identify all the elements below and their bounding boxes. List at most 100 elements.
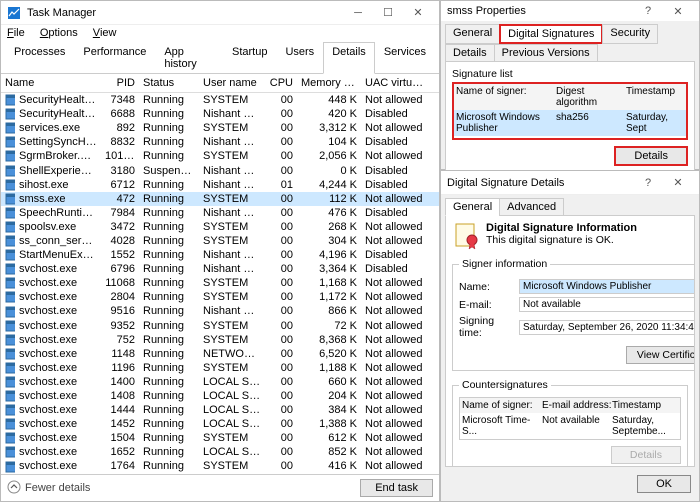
process-row[interactable]: svchost.exe9516RunningNishant G...00866 …: [1, 304, 439, 318]
tab-services[interactable]: Services: [375, 42, 435, 74]
process-row[interactable]: svchost.exe2804RunningSYSTEM001,172 KNot…: [1, 290, 439, 304]
process-row[interactable]: svchost.exe1148RunningNETWORK...006,520 …: [1, 347, 439, 361]
cs-list[interactable]: Name of signer: E-mail address: Timestam…: [459, 397, 681, 440]
process-row[interactable]: SgrmBroker.exe10144RunningSYSTEM002,056 …: [1, 149, 439, 163]
tab-performance[interactable]: Performance: [74, 42, 155, 74]
process-row[interactable]: SecurityHealthServic...7348RunningSYSTEM…: [1, 93, 439, 107]
sigrow-ts: Saturday, Sept: [626, 112, 684, 134]
col-status[interactable]: Status: [139, 77, 199, 89]
process-row[interactable]: ShellExperienceHost....3180SuspendedNish…: [1, 163, 439, 177]
minimize-button[interactable]: ─: [343, 3, 373, 23]
cell-name: svchost.exe: [15, 376, 101, 388]
props-help-button[interactable]: ?: [633, 1, 663, 21]
col-user-name[interactable]: User name: [199, 77, 265, 89]
tab-startup[interactable]: Startup: [223, 42, 276, 74]
fewer-details-button[interactable]: Fewer details: [7, 480, 90, 497]
cell-name: SettingSyncHost.exe: [15, 136, 101, 148]
props-tab-previous-versions[interactable]: Previous Versions: [494, 44, 598, 62]
signature-list[interactable]: Name of signer: Digest algorithm Timesta…: [452, 82, 688, 140]
process-row[interactable]: svchost.exe1196RunningSYSTEM001,188 KNot…: [1, 361, 439, 375]
email-value[interactable]: Not available: [519, 297, 695, 312]
sig-details-button[interactable]: Details: [614, 146, 688, 166]
process-icon: [1, 305, 15, 317]
props-tab-digital-signatures[interactable]: Digital Signatures: [499, 24, 603, 44]
cscol-ts[interactable]: Timestamp: [612, 400, 678, 411]
tab-app-history[interactable]: App history: [155, 42, 223, 74]
props-close-button[interactable]: ✕: [663, 1, 693, 21]
cell-cpu: 00: [265, 277, 297, 289]
process-row[interactable]: svchost.exe9352RunningSYSTEM0072 KNot al…: [1, 319, 439, 333]
cell-mem: 1,188 K: [297, 362, 361, 374]
process-row[interactable]: svchost.exe11068RunningSYSTEM001,168 KNo…: [1, 276, 439, 290]
props-titlebar[interactable]: smss Properties ? ✕: [441, 1, 699, 21]
siglist-row[interactable]: Microsoft Windows Publisher sha256 Satur…: [454, 110, 686, 136]
col-memory-a-[interactable]: Memory (a...: [297, 77, 361, 89]
process-row[interactable]: svchost.exe1764RunningSYSTEM00416 KNot a…: [1, 459, 439, 473]
process-row[interactable]: svchost.exe6796RunningNishant G...003,36…: [1, 262, 439, 276]
process-row[interactable]: services.exe892RunningSYSTEM003,312 KNot…: [1, 121, 439, 135]
process-row[interactable]: ss_conn_service.exe4028RunningSYSTEM0030…: [1, 234, 439, 248]
close-button[interactable]: ✕: [403, 3, 433, 23]
process-row[interactable]: SpeechRuntime.exe7984RunningNishant G...…: [1, 206, 439, 220]
dsd-help-button[interactable]: ?: [633, 173, 663, 193]
process-row[interactable]: svchost.exe752RunningSYSTEM008,368 KNot …: [1, 333, 439, 347]
col-name[interactable]: Name: [1, 77, 101, 89]
sigcol-timestamp[interactable]: Timestamp: [626, 86, 684, 108]
cell-uac: Disabled: [361, 165, 431, 177]
cell-user: SYSTEM: [199, 460, 265, 472]
ok-button[interactable]: OK: [637, 475, 691, 493]
dsd-tab-general[interactable]: General: [445, 198, 500, 216]
menu-view[interactable]: View: [93, 27, 117, 39]
dsd-close-button[interactable]: ✕: [663, 173, 693, 193]
process-row[interactable]: SecurityHealthSystra...6688RunningNishan…: [1, 107, 439, 121]
dsi-heading: Digital Signature Information: [486, 222, 637, 234]
process-row[interactable]: smss.exe472RunningSYSTEM00112 KNot allow…: [1, 192, 439, 206]
menu-file[interactable]: File: [7, 27, 25, 39]
cell-pid: 1504: [101, 432, 139, 444]
view-certificate-button[interactable]: View Certificate: [626, 346, 695, 364]
cscol-email[interactable]: E-mail address:: [542, 400, 612, 411]
process-row[interactable]: svchost.exe1444RunningLOCAL SE...00384 K…: [1, 403, 439, 417]
col-uac-virtualiz-[interactable]: UAC virtualiz...: [361, 77, 431, 89]
tm-process-list[interactable]: SecurityHealthServic...7348RunningSYSTEM…: [1, 93, 439, 474]
tm-column-headers: NamePIDStatusUser nameCPUMemory (a...UAC…: [1, 74, 439, 93]
process-row[interactable]: spoolsv.exe3472RunningSYSTEM00268 KNot a…: [1, 220, 439, 234]
cell-name: sihost.exe: [15, 179, 101, 191]
props-tab-general[interactable]: General: [445, 24, 500, 44]
cell-user: Nishant G...: [199, 136, 265, 148]
process-icon: [1, 108, 15, 120]
tm-titlebar[interactable]: Task Manager ─ ☐ ✕: [1, 1, 439, 25]
process-row[interactable]: svchost.exe1400RunningLOCAL SE...00660 K…: [1, 375, 439, 389]
col-pid[interactable]: PID: [101, 77, 139, 89]
dsd-titlebar[interactable]: Digital Signature Details ? ✕: [441, 171, 699, 195]
name-value[interactable]: Microsoft Windows Publisher: [519, 279, 695, 294]
process-row[interactable]: StartMenuExperienc...1552RunningNishant …: [1, 248, 439, 262]
process-row[interactable]: svchost.exe1408RunningLOCAL SE...00204 K…: [1, 389, 439, 403]
sigcol-name[interactable]: Name of signer:: [456, 86, 556, 108]
process-row[interactable]: SettingSyncHost.exe8832RunningNishant G.…: [1, 135, 439, 149]
tab-processes[interactable]: Processes: [5, 42, 74, 74]
cscol-name[interactable]: Name of signer:: [462, 400, 542, 411]
tab-details[interactable]: Details: [323, 42, 375, 74]
props-tab-details[interactable]: Details: [445, 44, 495, 62]
cell-mem: 660 K: [297, 376, 361, 388]
menu-options[interactable]: Options: [40, 27, 78, 39]
cs-row[interactable]: Microsoft Time-S... Not available Saturd…: [460, 413, 680, 439]
end-task-button[interactable]: End task: [360, 479, 433, 497]
process-row[interactable]: svchost.exe1504RunningSYSTEM00612 KNot a…: [1, 431, 439, 445]
process-row[interactable]: sihost.exe6712RunningNishant G...014,244…: [1, 178, 439, 192]
process-row[interactable]: svchost.exe1452RunningLOCAL SE...001,388…: [1, 417, 439, 431]
dsd-tab-advanced[interactable]: Advanced: [499, 198, 564, 216]
maximize-button[interactable]: ☐: [373, 3, 403, 23]
tab-users[interactable]: Users: [276, 42, 323, 74]
cell-uac: Not allowed: [361, 362, 431, 374]
cell-pid: 1452: [101, 418, 139, 430]
cell-status: Running: [139, 179, 199, 191]
sigcol-digest[interactable]: Digest algorithm: [556, 86, 626, 108]
props-tab-security[interactable]: Security: [602, 24, 658, 44]
col-cpu[interactable]: CPU: [265, 77, 297, 89]
cell-user: SYSTEM: [199, 150, 265, 162]
process-row[interactable]: svchost.exe1652RunningLOCAL SE...00852 K…: [1, 445, 439, 459]
cell-pid: 9352: [101, 320, 139, 332]
time-value[interactable]: Saturday, September 26, 2020 11:34:47 AM: [519, 320, 695, 335]
